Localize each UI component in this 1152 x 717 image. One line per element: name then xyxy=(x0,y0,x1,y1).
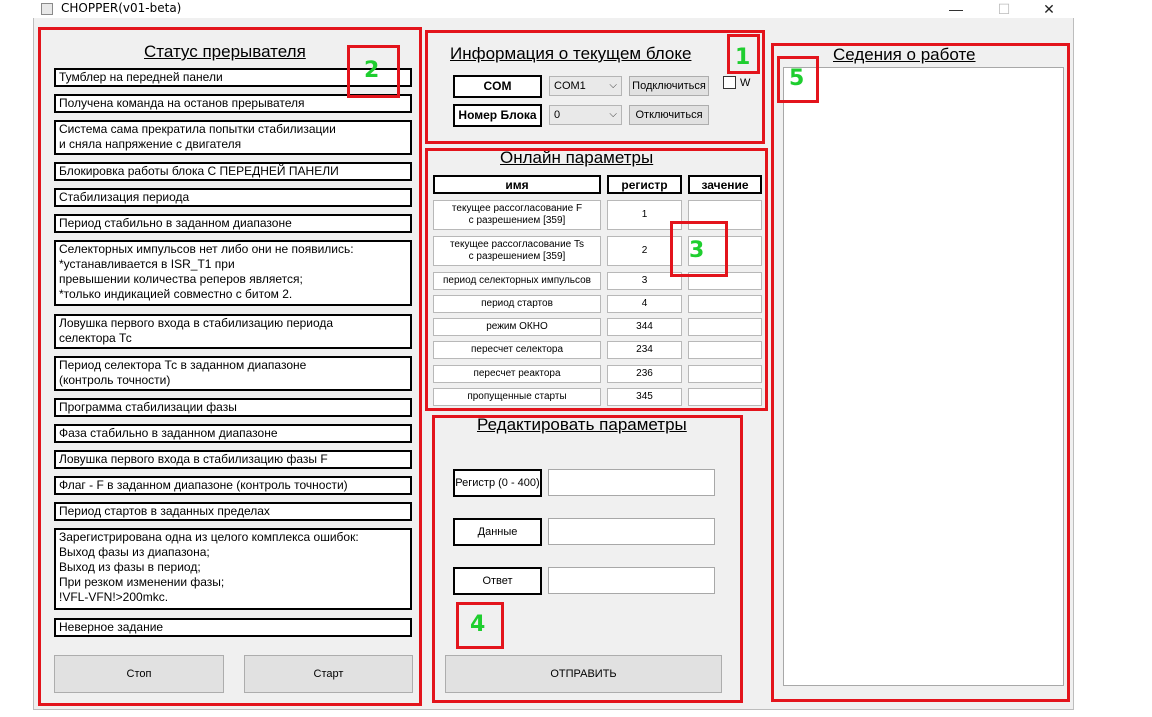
annotation-number-1: 1 xyxy=(735,45,751,70)
annotation-box-block-info xyxy=(425,30,765,144)
annotation-number-3: 3 xyxy=(689,238,705,263)
annotation-number-4: 4 xyxy=(470,612,486,637)
annotation-number-2: 2 xyxy=(364,58,380,83)
annotation-box-status xyxy=(38,27,422,706)
annotation-box-edit xyxy=(432,415,743,703)
maximize-button[interactable]: ☐ xyxy=(981,0,1027,18)
window-title: CHOPPER(v01-beta) xyxy=(61,1,182,15)
annotation-number-5: 5 xyxy=(789,66,805,91)
minimize-button[interactable]: — xyxy=(933,0,979,18)
title-bar: CHOPPER(v01-beta) — ☐ ✕ xyxy=(33,0,1074,18)
annotation-box-log xyxy=(771,43,1070,702)
annotation-box-online xyxy=(425,148,768,411)
app-icon xyxy=(41,3,53,15)
close-button[interactable]: ✕ xyxy=(1026,0,1072,18)
